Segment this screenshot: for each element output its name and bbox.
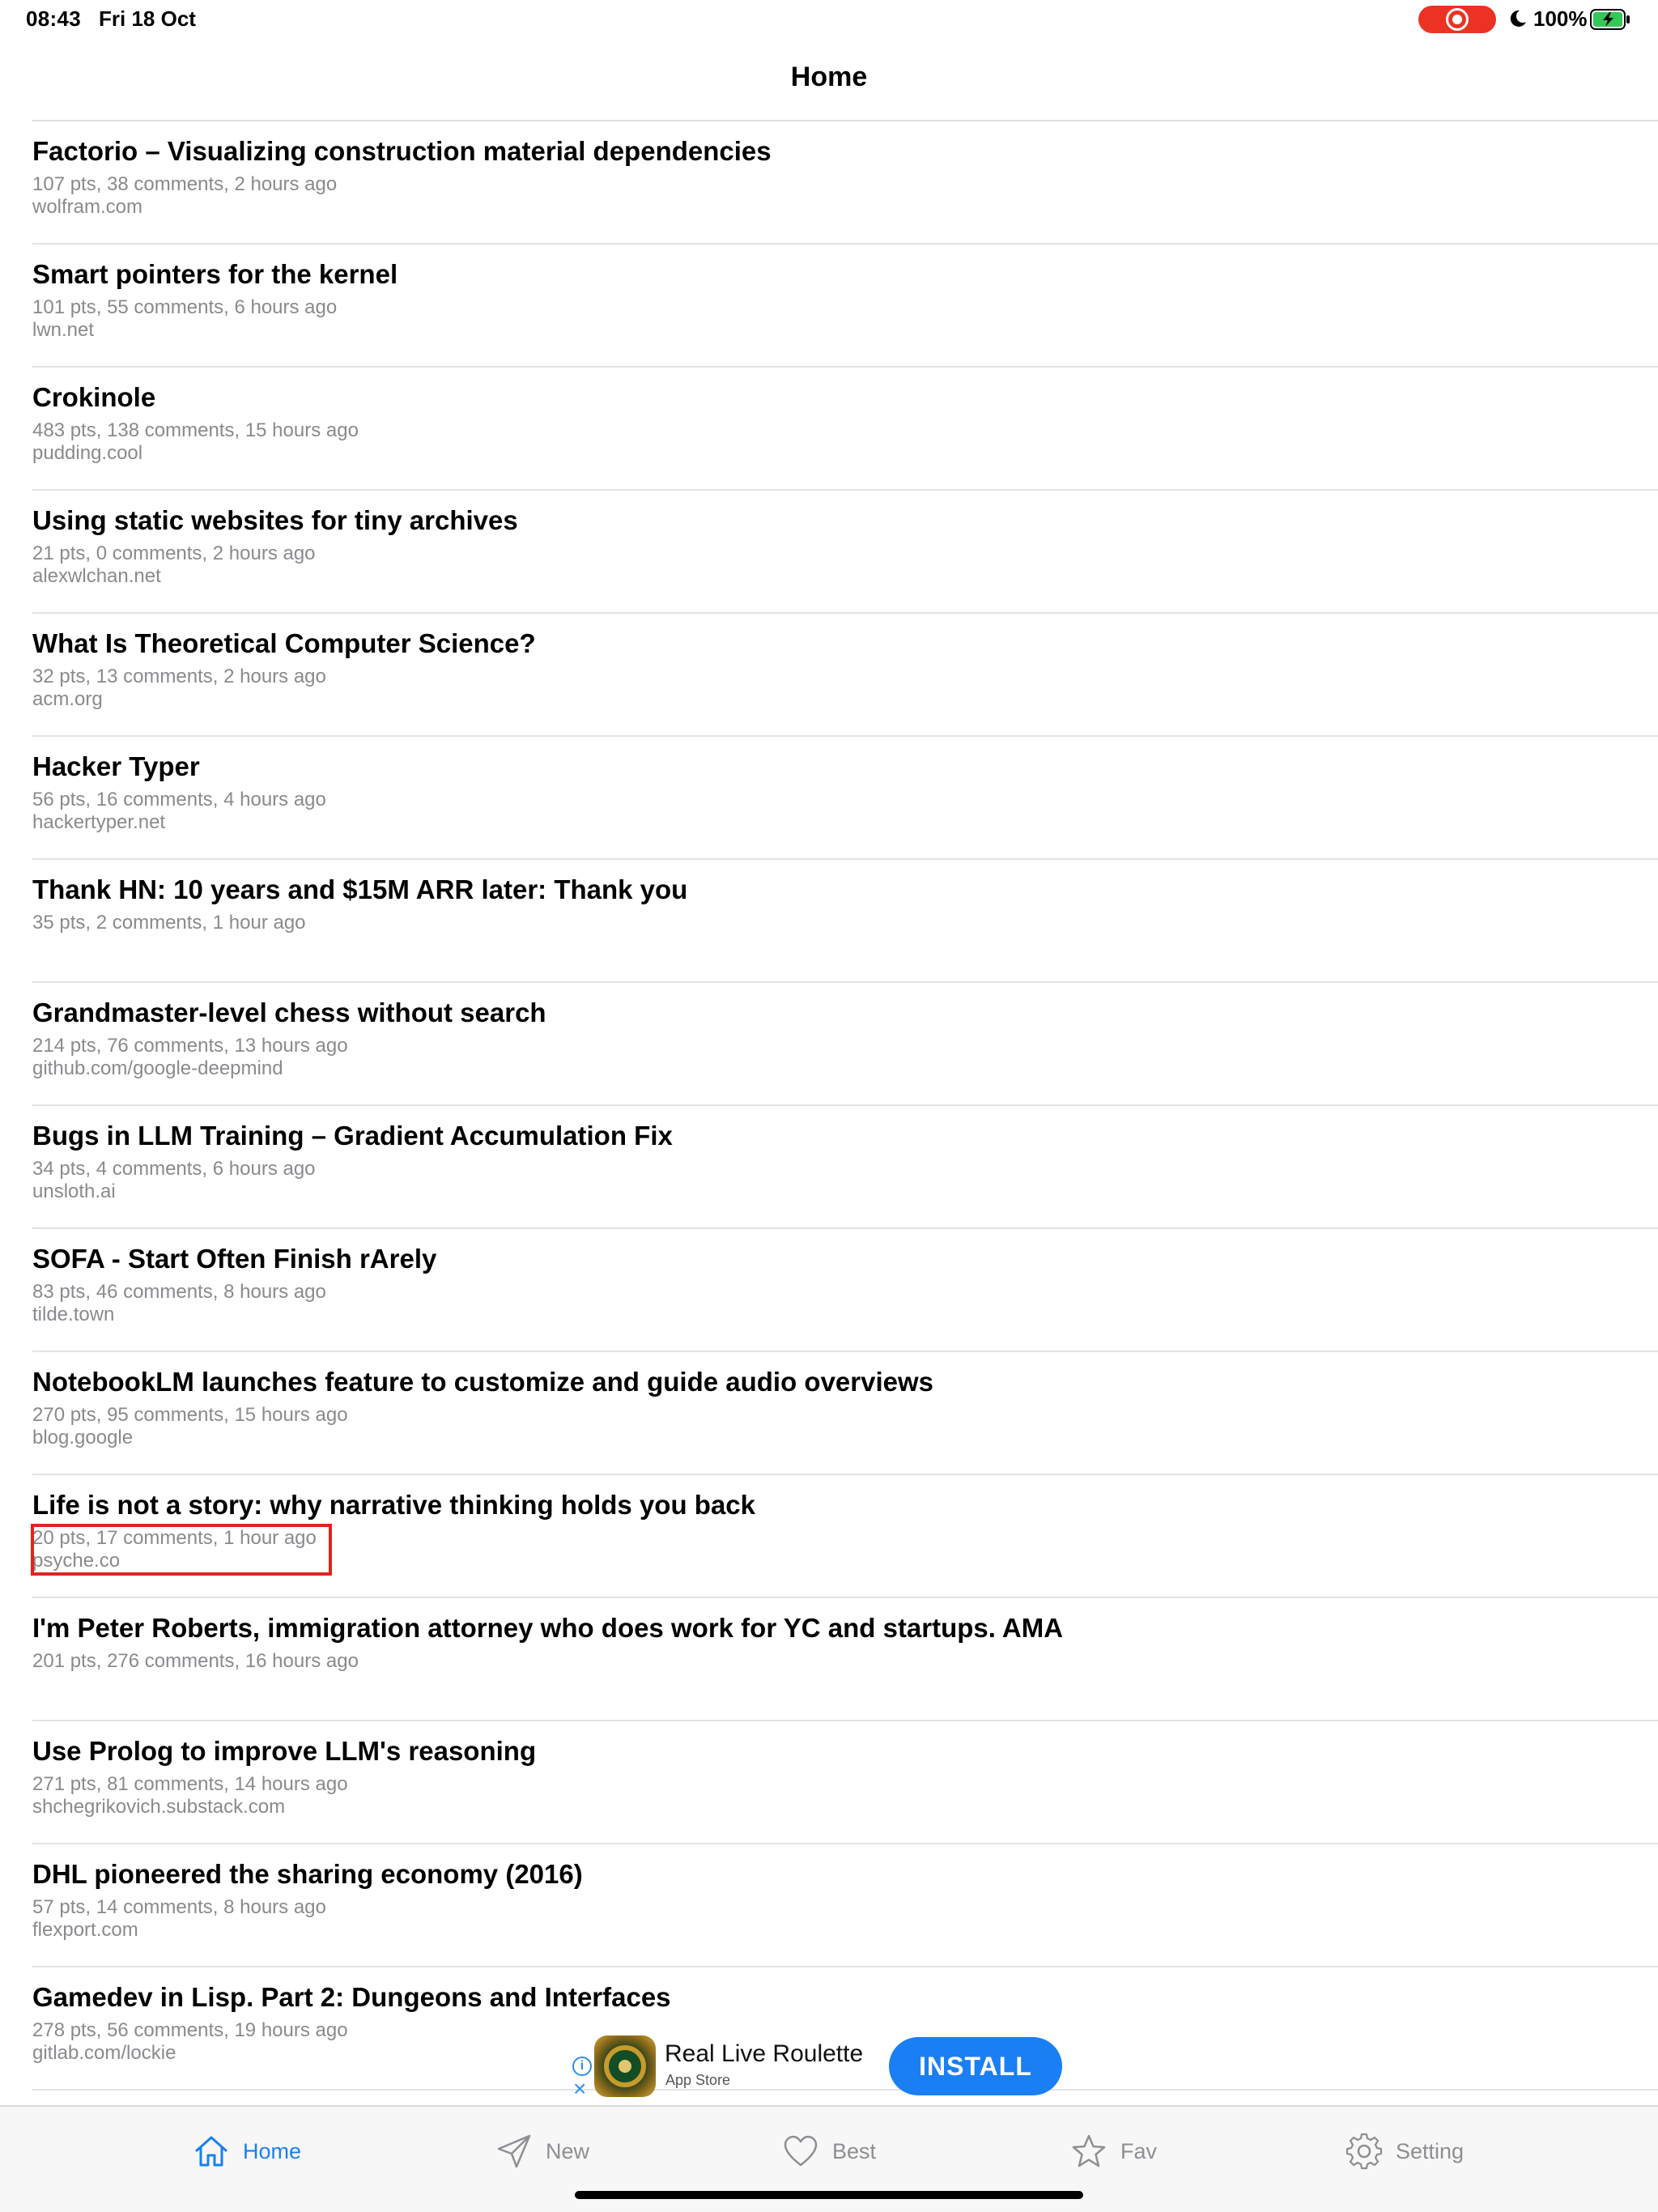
ad-subtitle: App Store	[665, 2072, 731, 2088]
star-icon	[1072, 2134, 1106, 2167]
heart-icon	[784, 2135, 818, 2167]
story-list[interactable]: Factorio – Visualizing construction mate…	[0, 121, 1658, 2091]
story-domain: unsloth.ai	[32, 1180, 116, 1202]
story-domain: pudding.cool	[32, 442, 143, 464]
story-meta: 32 pts, 13 comments, 2 hours ago	[32, 666, 326, 687]
story-title[interactable]: NotebookLM launches feature to customize…	[32, 1367, 933, 1397]
story-domain: gitlab.com/lockie	[32, 2042, 176, 2064]
status-bar: 08:43 Fri 18 Oct 100%	[0, 0, 1658, 39]
story-domain: acm.org	[32, 688, 103, 710]
story-title[interactable]: Crokinole	[32, 382, 155, 413]
story-meta: 107 pts, 38 comments, 2 hours ago	[32, 173, 338, 195]
tab-label-setting: Setting	[1396, 2138, 1465, 2163]
tab-best[interactable]: Best	[782, 2131, 876, 2172]
story-row[interactable]: Smart pointers for the kernel 101 pts, 55…	[32, 245, 1658, 368]
status-time: 08:43	[26, 6, 81, 31]
story-meta: 278 pts, 56 comments, 19 hours ago	[32, 2019, 348, 2041]
story-title[interactable]: What Is Theoretical Computer Science?	[32, 628, 536, 659]
story-row[interactable]: Factorio – Visualizing construction mate…	[32, 121, 1658, 245]
tab-label-new: New	[546, 2138, 590, 2163]
story-row[interactable]: I'm Peter Roberts, immigration attorney …	[32, 1598, 1658, 1721]
story-title[interactable]: Using static websites for tiny archives	[32, 505, 518, 536]
story-title[interactable]: Bugs in LLM Training – Gradient Accumula…	[32, 1121, 673, 1151]
moon-icon	[1510, 10, 1526, 27]
story-domain: blog.google	[32, 1427, 134, 1448]
story-meta: 57 pts, 14 comments, 8 hours ago	[32, 1896, 326, 1918]
story-title[interactable]: DHL pioneered the sharing economy (2016)	[32, 1859, 583, 1890]
info-icon[interactable]: i	[572, 2057, 592, 2076]
story-meta: 483 pts, 138 comments, 15 hours ago	[32, 419, 359, 441]
paper-plane-icon	[497, 2134, 531, 2168]
story-row[interactable]: Thank HN: 10 years and $15M ARR later: T…	[32, 860, 1658, 983]
battery-percentage: 100%	[1533, 6, 1588, 31]
story-meta: 83 pts, 46 comments, 8 hours ago	[32, 1281, 326, 1303]
story-row[interactable]: What Is Theoretical Computer Science? 32 …	[32, 614, 1658, 737]
story-title[interactable]: Factorio – Visualizing construction mate…	[32, 136, 772, 167]
gear-icon	[1346, 2133, 1383, 2170]
tab-home[interactable]: Home	[193, 2131, 301, 2172]
story-meta: 21 pts, 0 comments, 2 hours ago	[32, 542, 316, 564]
story-title[interactable]: Smart pointers for the kernel	[32, 259, 397, 290]
home-indicator[interactable]	[575, 2191, 1083, 2199]
story-domain: hackertyper.net	[32, 811, 166, 833]
story-meta: 34 pts, 4 comments, 6 hours ago	[32, 1158, 316, 1180]
story-meta: 56 pts, 16 comments, 4 hours ago	[32, 789, 326, 810]
story-domain: wolfram.com	[32, 196, 143, 218]
story-title[interactable]: Thank HN: 10 years and $15M ARR later: T…	[32, 874, 687, 905]
screen-recording-icon[interactable]	[1418, 6, 1496, 33]
story-meta: 101 pts, 55 comments, 6 hours ago	[32, 296, 338, 318]
roulette-app-icon[interactable]	[594, 2035, 656, 2097]
story-domain: github.com/google-deepmind	[32, 1057, 283, 1079]
story-domain: alexwlchan.net	[32, 565, 161, 587]
story-domain: lwn.net	[32, 319, 95, 341]
story-row[interactable]: Use Prolog to improve LLM's reasoning 271…	[32, 1721, 1658, 1844]
install-button[interactable]: INSTALL	[889, 2037, 1062, 2095]
story-title[interactable]: Hacker Typer	[32, 751, 200, 782]
story-row[interactable]: Crokinole 483 pts, 138 comments, 15 hours…	[32, 368, 1658, 491]
story-row[interactable]: Grandmaster-level chess without search 21…	[32, 983, 1658, 1106]
story-meta: 271 pts, 81 comments, 14 hours ago	[32, 1773, 348, 1795]
house-icon	[195, 2136, 227, 2167]
story-meta: 270 pts, 95 comments, 15 hours ago	[32, 1404, 348, 1426]
tab-label-best: Best	[832, 2138, 877, 2163]
tab-label-home: Home	[243, 2138, 302, 2163]
story-title[interactable]: I'm Peter Roberts, immigration attorney …	[32, 1613, 1063, 1644]
story-domain: flexport.com	[32, 1919, 138, 1941]
tab-label-fav: Fav	[1120, 2138, 1158, 2163]
story-title[interactable]: Use Prolog to improve LLM's reasoning	[32, 1736, 536, 1767]
story-row[interactable]: DHL pioneered the sharing economy (2016)…	[32, 1844, 1658, 1967]
story-domain: shchegrikovich.substack.com	[32, 1796, 286, 1818]
story-row[interactable]: Using static websites for tiny archives 2…	[32, 491, 1658, 614]
story-title[interactable]: Grandmaster-level chess without search	[32, 998, 546, 1028]
ad-title[interactable]: Real Live Roulette	[665, 2040, 863, 2068]
highlight-box	[31, 1524, 332, 1576]
status-date: Fri 18 Oct	[99, 6, 196, 31]
story-domain: tilde.town	[32, 1304, 115, 1325]
story-title[interactable]: Life is not a story: why narrative think…	[32, 1490, 755, 1521]
story-title[interactable]: Gamedev in Lisp. Part 2: Dungeons and In…	[32, 1982, 671, 2013]
story-meta: 35 pts, 2 comments, 1 hour ago	[32, 912, 306, 934]
story-meta: 214 pts, 76 comments, 13 hours ago	[32, 1035, 348, 1057]
tab-setting[interactable]: Setting	[1346, 2131, 1464, 2172]
story-meta: 201 pts, 276 comments, 16 hours ago	[32, 1650, 359, 1672]
story-row[interactable]: SOFA - Start Often Finish rArely 83 pts, …	[32, 1229, 1658, 1352]
story-row[interactable]: Hacker Typer 56 pts, 16 comments, 4 hours…	[32, 737, 1658, 860]
tab-new[interactable]: New	[495, 2131, 589, 2172]
close-icon[interactable]: ×	[573, 2078, 586, 2100]
story-row[interactable]: Bugs in LLM Training – Gradient Accumula…	[32, 1106, 1658, 1229]
ad-banner[interactable]: i × Real Live Roulette App Store INSTALL	[570, 2027, 1088, 2116]
story-row[interactable]: NotebookLM launches feature to customize…	[32, 1352, 1658, 1475]
battery-charging-icon	[1590, 9, 1630, 30]
tab-fav[interactable]: Fav	[1070, 2131, 1157, 2172]
story-title[interactable]: SOFA - Start Often Finish rArely	[32, 1244, 436, 1274]
page-title: Home	[790, 62, 868, 92]
